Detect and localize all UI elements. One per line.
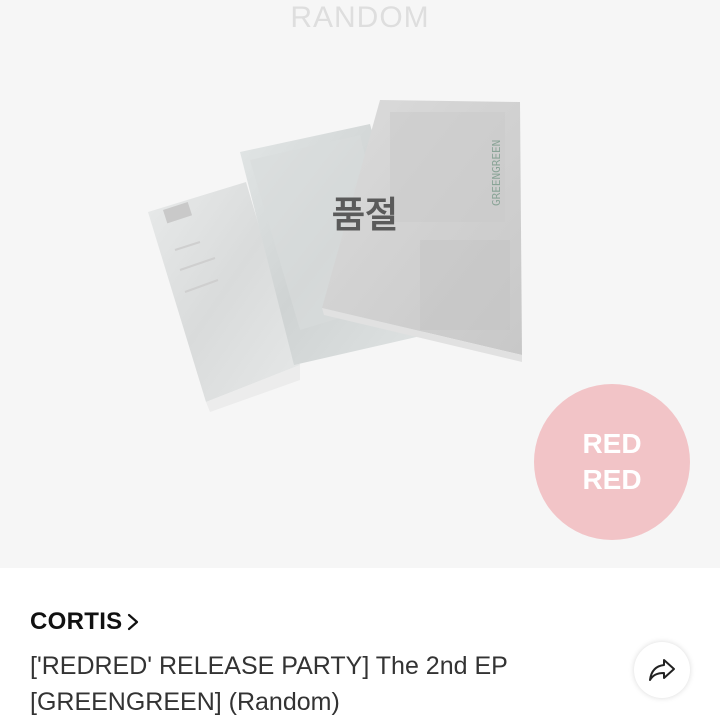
product-title: ['REDRED' RELEASE PARTY] The 2nd EP [GRE… bbox=[30, 652, 508, 716]
badge-line-1: RED bbox=[582, 428, 642, 459]
badge-line-2: RED bbox=[582, 464, 642, 495]
album-spine-text: GREENGREEN bbox=[490, 140, 503, 206]
artist-name: CORTIS bbox=[30, 608, 123, 635]
share-arrow-icon bbox=[649, 659, 675, 681]
chevron-right-icon bbox=[128, 613, 139, 631]
sold-out-overlay: 품절 bbox=[331, 195, 399, 236]
product-image[interactable]: RANDOM GREENGREEN 품절 RED RED bbox=[0, 0, 720, 568]
product-info: CORTIS ['REDRED' RELEASE PARTY] The 2nd … bbox=[0, 568, 720, 720]
artist-link[interactable]: CORTIS bbox=[30, 608, 140, 636]
share-button[interactable] bbox=[634, 642, 690, 698]
redred-badge: RED RED bbox=[534, 384, 690, 540]
